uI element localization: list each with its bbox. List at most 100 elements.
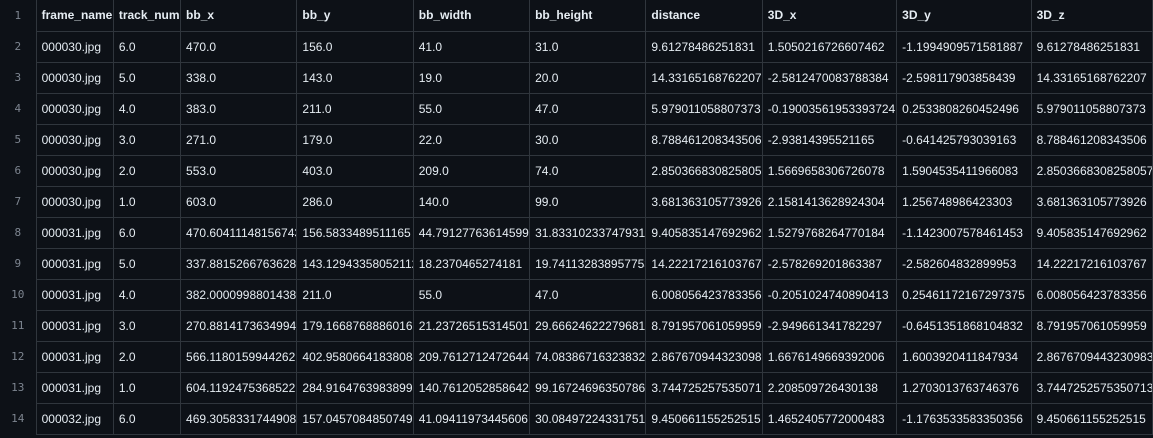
line-number[interactable]: 10 bbox=[0, 279, 37, 310]
line-number[interactable]: 6 bbox=[0, 155, 37, 186]
table-cell: 20.0 bbox=[529, 61, 647, 94]
table-cell: 8.791957061059959 bbox=[1030, 309, 1153, 342]
table-cell: -1.1763533583350356 bbox=[896, 402, 1032, 435]
table-cell: 2.8503668308258057 bbox=[645, 154, 763, 187]
table-cell: 3.681363105773926 bbox=[645, 185, 763, 218]
csv-table: 1 frame_name track_num bb_x bb_y bb_widt… bbox=[0, 0, 1153, 435]
csv-table-viewer: 1 frame_name track_num bb_x bb_y bb_widt… bbox=[0, 0, 1153, 438]
table-cell: 1.5669658306726078 bbox=[761, 154, 898, 187]
table-cell: 14.22217216103767 bbox=[1030, 247, 1153, 280]
line-number[interactable]: 1 bbox=[0, 0, 37, 31]
table-cell: -1.1994909571581887 bbox=[896, 30, 1032, 63]
table-cell: 47.0 bbox=[529, 92, 647, 125]
table-row: 14 000032.jpg 6.0 469.3058331744908 157.0457… bbox=[0, 402, 1153, 435]
table-cell: 5.0 bbox=[112, 61, 182, 94]
line-number[interactable]: 8 bbox=[0, 217, 37, 248]
line-number[interactable]: 3 bbox=[0, 62, 37, 93]
table-cell: 000030.jpg bbox=[35, 92, 114, 125]
table-cell: 270.8814173634994 bbox=[180, 309, 298, 342]
table-cell: -0.6451351868104832 bbox=[896, 309, 1032, 342]
column-header-frame-name: frame_name bbox=[35, 0, 114, 32]
line-number[interactable]: 4 bbox=[0, 93, 37, 124]
line-number[interactable]: 13 bbox=[0, 372, 37, 403]
table-cell: 1.5279768264770184 bbox=[761, 216, 898, 249]
table-cell: 2.8676709443230983 bbox=[645, 340, 763, 373]
table-cell: 9.450661155252515 bbox=[645, 402, 763, 435]
line-number[interactable]: 12 bbox=[0, 341, 37, 372]
table-cell: 1.5050216726607462 bbox=[761, 30, 898, 63]
table-row: 6 000030.jpg 2.0 553.0 403.0 209.0 74.0 2.85036… bbox=[0, 154, 1153, 187]
table-cell: 000030.jpg bbox=[35, 185, 114, 218]
table-cell: 74.08386716323832 bbox=[529, 340, 647, 373]
table-cell: -1.1423007578461453 bbox=[896, 216, 1032, 249]
table-cell: 1.256748986423303 bbox=[896, 185, 1032, 218]
table-cell: 5.0 bbox=[112, 247, 182, 280]
table-cell: 383.0 bbox=[180, 92, 298, 125]
table-cell: 338.0 bbox=[180, 61, 298, 94]
table-cell: 19.741132838957753 bbox=[529, 247, 647, 280]
table-cell: 000030.jpg bbox=[35, 30, 114, 63]
table-cell: 286.0 bbox=[296, 185, 414, 218]
table-cell: 14.22217216103767 bbox=[645, 247, 763, 280]
table-cell: 2.8676709443230983 bbox=[1030, 340, 1153, 373]
table-cell: 143.0 bbox=[296, 61, 414, 94]
table-cell: 14.33165168762207 bbox=[645, 61, 763, 94]
line-number[interactable]: 9 bbox=[0, 248, 37, 279]
table-cell: 470.0 bbox=[180, 30, 298, 63]
table-cell: 000030.jpg bbox=[35, 123, 114, 156]
table-cell: 470.60411148156743 bbox=[180, 216, 298, 249]
table-cell: 2.0 bbox=[112, 340, 182, 373]
table-cell: 1.6003920411847934 bbox=[896, 340, 1032, 373]
line-number[interactable]: 5 bbox=[0, 124, 37, 155]
table-cell: 14.33165168762207 bbox=[1030, 61, 1153, 94]
table-cell: 3.7447252575350713 bbox=[1030, 371, 1153, 404]
table-cell: 22.0 bbox=[412, 123, 531, 156]
table-cell: 271.0 bbox=[180, 123, 298, 156]
table-cell: 5.979011058807373 bbox=[645, 92, 763, 125]
table-cell: 18.2370465274181 bbox=[412, 247, 531, 280]
column-header-3d-z: 3D_z bbox=[1030, 0, 1153, 32]
table-cell: -0.641425793039163 bbox=[896, 123, 1032, 156]
table-cell: 6.0 bbox=[112, 30, 182, 63]
table-cell: 000030.jpg bbox=[35, 61, 114, 94]
table-cell: 000031.jpg bbox=[35, 340, 114, 373]
table-cell: 2.8503668308258057 bbox=[1030, 154, 1153, 187]
table-cell: 99.0 bbox=[529, 185, 647, 218]
table-cell: 30.08497224331751 bbox=[529, 402, 647, 435]
line-number[interactable]: 14 bbox=[0, 403, 37, 434]
line-number[interactable]: 2 bbox=[0, 31, 37, 62]
table-cell: 209.7612712472644 bbox=[412, 340, 531, 373]
table-row: 8 000031.jpg 6.0 470.60411148156743 156.5833… bbox=[0, 216, 1153, 249]
table-cell: -2.582604832899953 bbox=[896, 247, 1032, 280]
table-cell: 1.6676149669392006 bbox=[761, 340, 898, 373]
table-cell: 4.0 bbox=[112, 278, 182, 311]
table-cell: 3.681363105773926 bbox=[1030, 185, 1153, 218]
table-cell: 156.0 bbox=[296, 30, 414, 63]
line-number[interactable]: 11 bbox=[0, 310, 37, 341]
line-number[interactable]: 7 bbox=[0, 186, 37, 217]
table-cell: -2.5812470083788384 bbox=[761, 61, 898, 94]
column-header-bb-width: bb_width bbox=[412, 0, 531, 32]
table-cell: 1.0 bbox=[112, 185, 182, 218]
table-cell: 6.008056423783356 bbox=[1030, 278, 1153, 311]
table-cell: 8.788461208343506 bbox=[1030, 123, 1153, 156]
table-cell: 31.0 bbox=[529, 30, 647, 63]
table-cell: 1.0 bbox=[112, 371, 182, 404]
column-header-3d-y: 3D_y bbox=[896, 0, 1032, 32]
table-cell: 1.5904535411966083 bbox=[896, 154, 1032, 187]
column-header-bb-x: bb_x bbox=[180, 0, 298, 32]
table-cell: -0.19003561953393724 bbox=[761, 92, 898, 125]
column-header-3d-x: 3D_x bbox=[761, 0, 898, 32]
table-cell: 8.788461208343506 bbox=[645, 123, 763, 156]
table-cell: 337.88152667636285 bbox=[180, 247, 298, 280]
column-header-bb-y: bb_y bbox=[296, 0, 414, 32]
table-cell: 469.3058331744908 bbox=[180, 402, 298, 435]
table-cell: -2.578269201863387 bbox=[761, 247, 898, 280]
table-cell: 29.666246222796815 bbox=[529, 309, 647, 342]
table-cell: 0.25461172167297375 bbox=[896, 278, 1032, 311]
table-cell: 140.7612052858642 bbox=[412, 371, 531, 404]
table-cell: 99.16724696350786 bbox=[529, 371, 647, 404]
table-cell: 000031.jpg bbox=[35, 278, 114, 311]
table-cell: 74.0 bbox=[529, 154, 647, 187]
table-cell: 30.0 bbox=[529, 123, 647, 156]
